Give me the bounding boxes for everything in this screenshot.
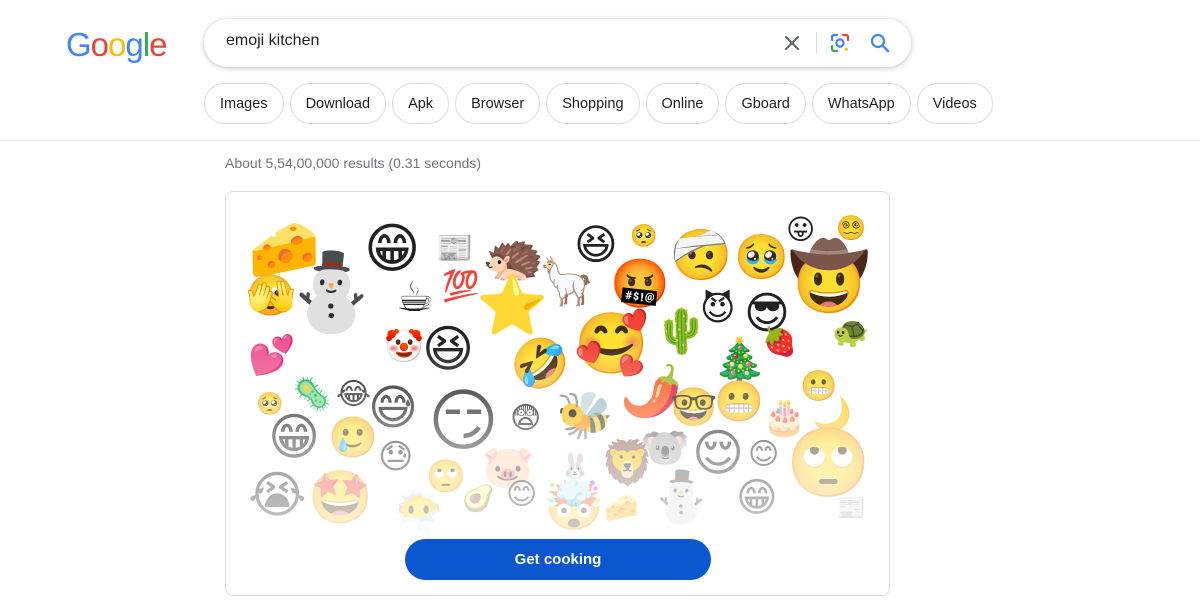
emoji-sticker: 😆 (422, 320, 475, 378)
chip-apk[interactable]: Apk (392, 83, 450, 124)
emoji-sticker: 🙄 (426, 457, 466, 495)
emoji-sticker: ☕ (396, 272, 434, 321)
header-divider (0, 140, 1200, 141)
emoji-sticker: ⛄ (650, 468, 713, 526)
logo-letter-o1: o (90, 26, 109, 63)
emoji-sticker: 🐢 (832, 315, 870, 350)
logo-letter-g: G (66, 26, 92, 63)
emoji-sticker: 🥹 (734, 232, 789, 283)
emoji-sticker: 😬 (714, 379, 764, 425)
emoji-sticker: 🎄 (712, 336, 767, 387)
emoji-sticker: 🥲 (328, 415, 378, 461)
emoji-sticker: 😵‍💫 (836, 214, 866, 242)
chip-images[interactable]: Images (204, 83, 284, 124)
emoji-sticker: 📰 (436, 231, 474, 266)
emoji-sticker: 😶‍🌫️ (394, 489, 444, 535)
emoji-sticker: 😭 (248, 466, 307, 524)
emoji-sticker: 🥑 (462, 484, 495, 514)
emoji-sticker: 💕 (248, 333, 296, 377)
chip-shopping[interactable]: Shopping (546, 83, 640, 124)
emoji-sticker: 🦠 (292, 375, 332, 413)
emoji-sticker: 🤕 (670, 226, 733, 284)
logo-letter-e: e (149, 26, 167, 63)
emoji-sticker: 🐰 (560, 452, 590, 480)
emoji-collage: 🧀 ⛄ 😁 📰 🦔 😆 🥺 🤕 🥹 😛 😵‍💫 🤠 🫣 ☕ 💯 ⭐ 🦙 🤬 😈 😎 💕 🤡 😆 🤣 🥰 🌵 🎄 🍓 🐢 🥺 🦠 😂 😅 😏 😨 🐝 🌶️… (226, 192, 889, 535)
emoji-sticker: 😂 (336, 377, 372, 412)
search-icon (870, 33, 890, 53)
emoji-sticker: 🤡 (384, 327, 424, 365)
emoji-sticker: 🐝 (556, 388, 614, 442)
emoji-sticker: 📰 (836, 494, 866, 522)
emoji-sticker: 🤩 (308, 468, 373, 528)
emoji-sticker: 🍓 (762, 325, 797, 358)
emoji-sticker: 😊 (506, 477, 538, 512)
get-cooking-button[interactable]: Get cooking (405, 539, 711, 580)
chip-whatsapp[interactable]: WhatsApp (811, 83, 911, 124)
google-lens-icon (830, 33, 850, 53)
logo-letter-g2: g (125, 26, 143, 63)
emoji-sticker: 🦁 (600, 438, 655, 489)
emoji-sticker: 🌵 (654, 306, 709, 357)
chip-online[interactable]: Online (645, 83, 720, 124)
close-icon (785, 36, 799, 50)
emoji-sticker: 🤯 (544, 478, 604, 534)
emoji-sticker: 🫣 (246, 273, 296, 319)
emoji-sticker: 😊 (748, 437, 780, 472)
emoji-sticker: 🥺 (630, 224, 658, 249)
emoji-sticker: 🤓 (670, 385, 718, 429)
chip-gboard[interactable]: Gboard (725, 83, 806, 124)
emoji-sticker: 😓 (378, 437, 414, 477)
emoji-sticker: 🙄 (786, 424, 871, 503)
search-input[interactable] (226, 32, 746, 50)
result-stats: About 5,54,00,000 results (0.31 seconds) (225, 155, 482, 171)
search-button[interactable] (868, 31, 892, 55)
emoji-sticker: 🤣 (510, 336, 570, 392)
search-chips: Images Download Apk Browser Shopping Onl… (204, 83, 993, 124)
clear-button[interactable] (780, 31, 804, 55)
chip-download[interactable]: Download (289, 83, 387, 124)
emoji-sticker: 🤠 (788, 238, 871, 315)
emoji-sticker: 🦙 (538, 254, 596, 308)
emoji-sticker: 🧀 (604, 491, 639, 524)
emoji-kitchen-card: 🧀 ⛄ 😁 📰 🦔 😆 🥺 🤕 🥹 😛 😵‍💫 🤠 🫣 ☕ 💯 ⭐ 🦙 🤬 😈 😎 💕 🤡 😆 🤣 🥰 🌵 🎄 🍓 🐢 🥺 🦠 😂 😅 😏 😨 🐝 🌶️… (225, 191, 890, 596)
emoji-sticker: 😨 (510, 401, 542, 436)
emoji-sticker: 😁 (268, 408, 321, 466)
google-logo[interactable]: Google (66, 26, 167, 64)
lens-button[interactable] (828, 31, 852, 55)
emoji-sticker: 🤬 (610, 256, 670, 312)
emoji-sticker: 💯 (442, 269, 480, 304)
emoji-sticker: 😁 (364, 217, 421, 280)
search-divider (816, 32, 817, 54)
logo-letter-o2: o (108, 26, 126, 63)
emoji-sticker: 😁 (736, 475, 778, 521)
chip-videos[interactable]: Videos (916, 83, 993, 124)
search-box[interactable] (204, 19, 911, 67)
chip-browser[interactable]: Browser (455, 83, 541, 124)
